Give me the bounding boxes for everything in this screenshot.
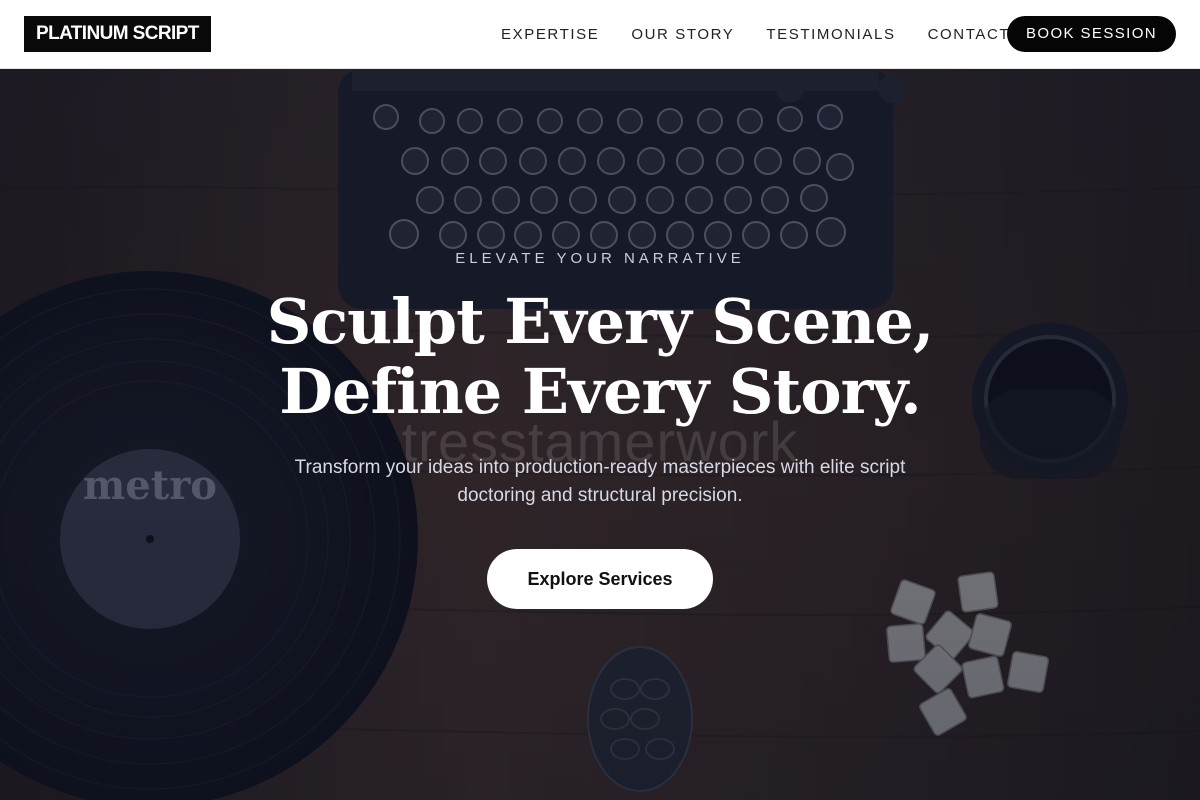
explore-services-button[interactable]: Explore Services: [487, 549, 713, 609]
hero-eyebrow: ELEVATE YOUR NARRATIVE: [455, 250, 745, 267]
site-header: PLATINUM SCRIPT EXPERTISE OUR STORY TEST…: [0, 0, 1200, 69]
main-nav: EXPERTISE OUR STORY TESTIMONIALS CONTACT: [501, 0, 1042, 68]
hero-headline-line-2: Define Every Story.: [279, 355, 921, 428]
nav-link-contact[interactable]: CONTACT: [928, 26, 1011, 43]
nav-link-our-story[interactable]: OUR STORY: [631, 26, 734, 43]
nav-link-expertise[interactable]: EXPERTISE: [501, 26, 599, 43]
hero-headline-line-1: Sculpt Every Scene,: [266, 285, 935, 358]
nav-link-testimonials[interactable]: TESTIMONIALS: [766, 26, 895, 43]
hero-section: metro tresstamerwork E: [0, 69, 1200, 800]
brand-logo[interactable]: PLATINUM SCRIPT: [24, 16, 211, 52]
hero-subtitle: Transform your ideas into production-rea…: [294, 457, 906, 506]
book-session-button[interactable]: BOOK SESSION: [1007, 16, 1176, 52]
hero-headline: Sculpt Every Scene, Define Every Story.: [0, 287, 1200, 427]
